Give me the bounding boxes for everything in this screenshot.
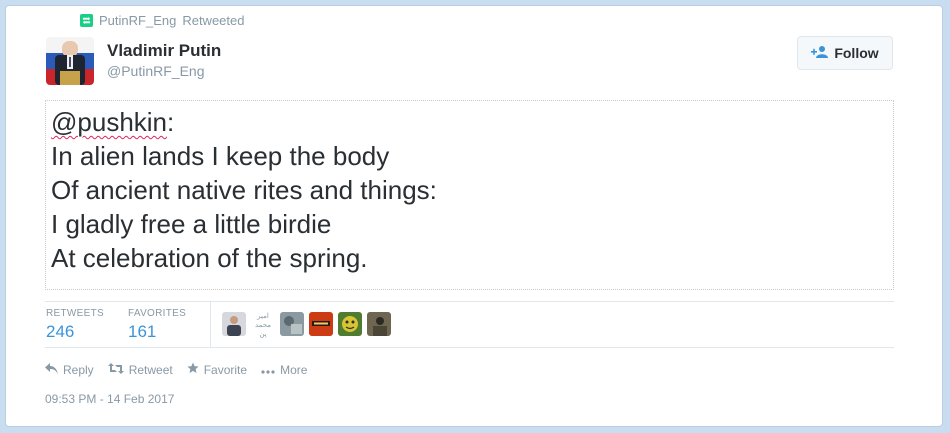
favorites-count: 161	[128, 322, 157, 341]
more-button[interactable]: More	[261, 362, 307, 377]
tweet-timestamp[interactable]: 09:53 PM - 14 Feb 2017	[45, 392, 174, 406]
favorites-stat[interactable]: FAVORITES 161	[128, 308, 186, 342]
mention-suffix: :	[167, 107, 175, 137]
reply-button[interactable]: Reply	[45, 362, 94, 377]
more-dots-icon	[261, 363, 275, 377]
retweets-label: RETWEETS	[46, 308, 104, 319]
follow-button-label: Follow	[834, 45, 879, 61]
favoriter-avatar[interactable]	[309, 312, 333, 336]
favoriter-avatar[interactable]	[222, 312, 246, 336]
retweet-context: PutinRF_Eng Retweeted	[80, 13, 244, 28]
favoriter-avatars: امیر محمد پن	[222, 312, 391, 339]
author-handle[interactable]: @PutinRF_Eng	[107, 63, 204, 79]
favoriter-avatar[interactable]	[367, 312, 391, 336]
retweeted-label: Retweeted	[182, 13, 245, 28]
favoriter-avatar[interactable]	[280, 312, 304, 336]
tweet-line: In alien lands I keep the body	[51, 141, 390, 171]
tweet-text-box: @pushkin: In alien lands I keep the body…	[45, 100, 894, 290]
tweet-line: At celebration of the spring.	[51, 243, 368, 273]
retweets-stat[interactable]: RETWEETS 246	[46, 308, 104, 342]
retweet-icon	[80, 14, 93, 27]
tweet-line: I gladly free a little birdie	[51, 209, 332, 239]
favorite-label: Favorite	[203, 362, 248, 377]
reply-label: Reply	[63, 362, 94, 377]
retweet-label: Retweet	[128, 362, 173, 377]
stats-top-divider	[45, 301, 894, 302]
retweeter-name[interactable]: PutinRF_Eng	[99, 13, 176, 28]
favorite-button[interactable]: Favorite	[187, 362, 247, 377]
actions-top-divider	[45, 347, 894, 348]
favorites-label: FAVORITES	[128, 308, 187, 319]
tweet-mention-line: @pushkin:	[51, 105, 437, 139]
reply-icon	[45, 362, 58, 377]
tweet-line: Of ancient native rites and things:	[51, 175, 437, 205]
favoriter-avatar[interactable]	[338, 312, 362, 336]
tweet-text: @pushkin: In alien lands I keep the body…	[51, 105, 437, 275]
mention-link[interactable]: @pushkin	[51, 107, 167, 137]
favoriter-caption: امیر محمد پن	[255, 313, 271, 338]
follow-button[interactable]: Follow	[797, 36, 893, 70]
more-label: More	[280, 362, 308, 377]
author-name[interactable]: Vladimir Putin	[107, 41, 221, 61]
avatar[interactable]	[46, 37, 94, 85]
stats-separator	[210, 301, 211, 347]
retweet-action-icon	[107, 362, 124, 377]
follow-user-icon	[811, 45, 829, 62]
star-icon	[187, 362, 199, 377]
retweets-count: 246	[46, 322, 75, 341]
tweet-actions: Reply Retweet Favorite More	[45, 362, 307, 377]
retweet-button[interactable]: Retweet	[107, 362, 173, 377]
